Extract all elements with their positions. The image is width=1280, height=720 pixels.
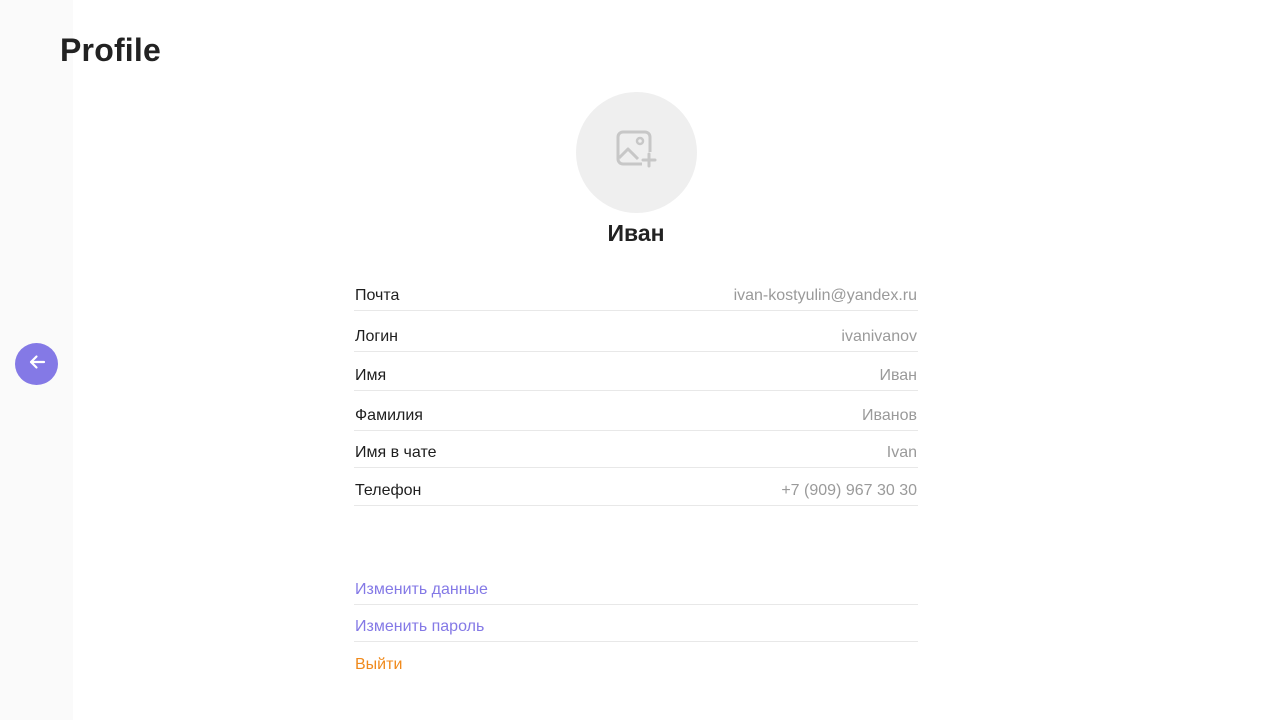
field-label: Имя <box>355 367 387 384</box>
field-value: Ivan <box>886 444 917 461</box>
image-add-icon <box>616 130 658 175</box>
field-row-chat-name: Имя в чате Ivan <box>354 431 918 468</box>
field-value: Иванов <box>862 407 917 424</box>
field-value: +7 (909) 967 30 30 <box>781 482 917 499</box>
edit-data-row[interactable]: Изменить данные <box>354 577 918 605</box>
field-row-email: Почта ivan-kostyulin@yandex.ru <box>354 280 918 311</box>
field-label: Имя в чате <box>355 444 437 461</box>
field-row-first-name: Имя Иван <box>354 352 918 391</box>
edit-data-link[interactable]: Изменить данные <box>355 581 488 599</box>
arrow-left-icon <box>28 354 46 375</box>
field-label: Телефон <box>355 482 422 499</box>
field-label: Фамилия <box>355 407 423 424</box>
field-value: ivan-kostyulin@yandex.ru <box>733 287 917 304</box>
change-password-row[interactable]: Изменить пароль <box>354 605 918 642</box>
page-title: Profile <box>60 32 161 68</box>
field-label: Почта <box>355 287 400 304</box>
field-row-login: Логин ivanivanov <box>354 311 918 352</box>
avatar-upload[interactable] <box>576 92 697 213</box>
field-value: ivanivanov <box>841 328 917 345</box>
logout-link[interactable]: Выйти <box>355 656 402 674</box>
field-value: Иван <box>879 367 917 384</box>
profile-display-name: Иван <box>607 220 665 246</box>
field-label: Логин <box>355 328 399 345</box>
change-password-link[interactable]: Изменить пароль <box>355 618 484 636</box>
profile-fields: Почта ivan-kostyulin@yandex.ru Логин iva… <box>354 280 918 506</box>
field-row-last-name: Фамилия Иванов <box>354 391 918 431</box>
logout-row[interactable]: Выйти <box>354 642 918 679</box>
profile-actions: Изменить данные Изменить пароль Выйти <box>354 577 918 679</box>
back-button[interactable] <box>15 343 58 385</box>
field-row-phone: Телефон +7 (909) 967 30 30 <box>354 468 918 506</box>
